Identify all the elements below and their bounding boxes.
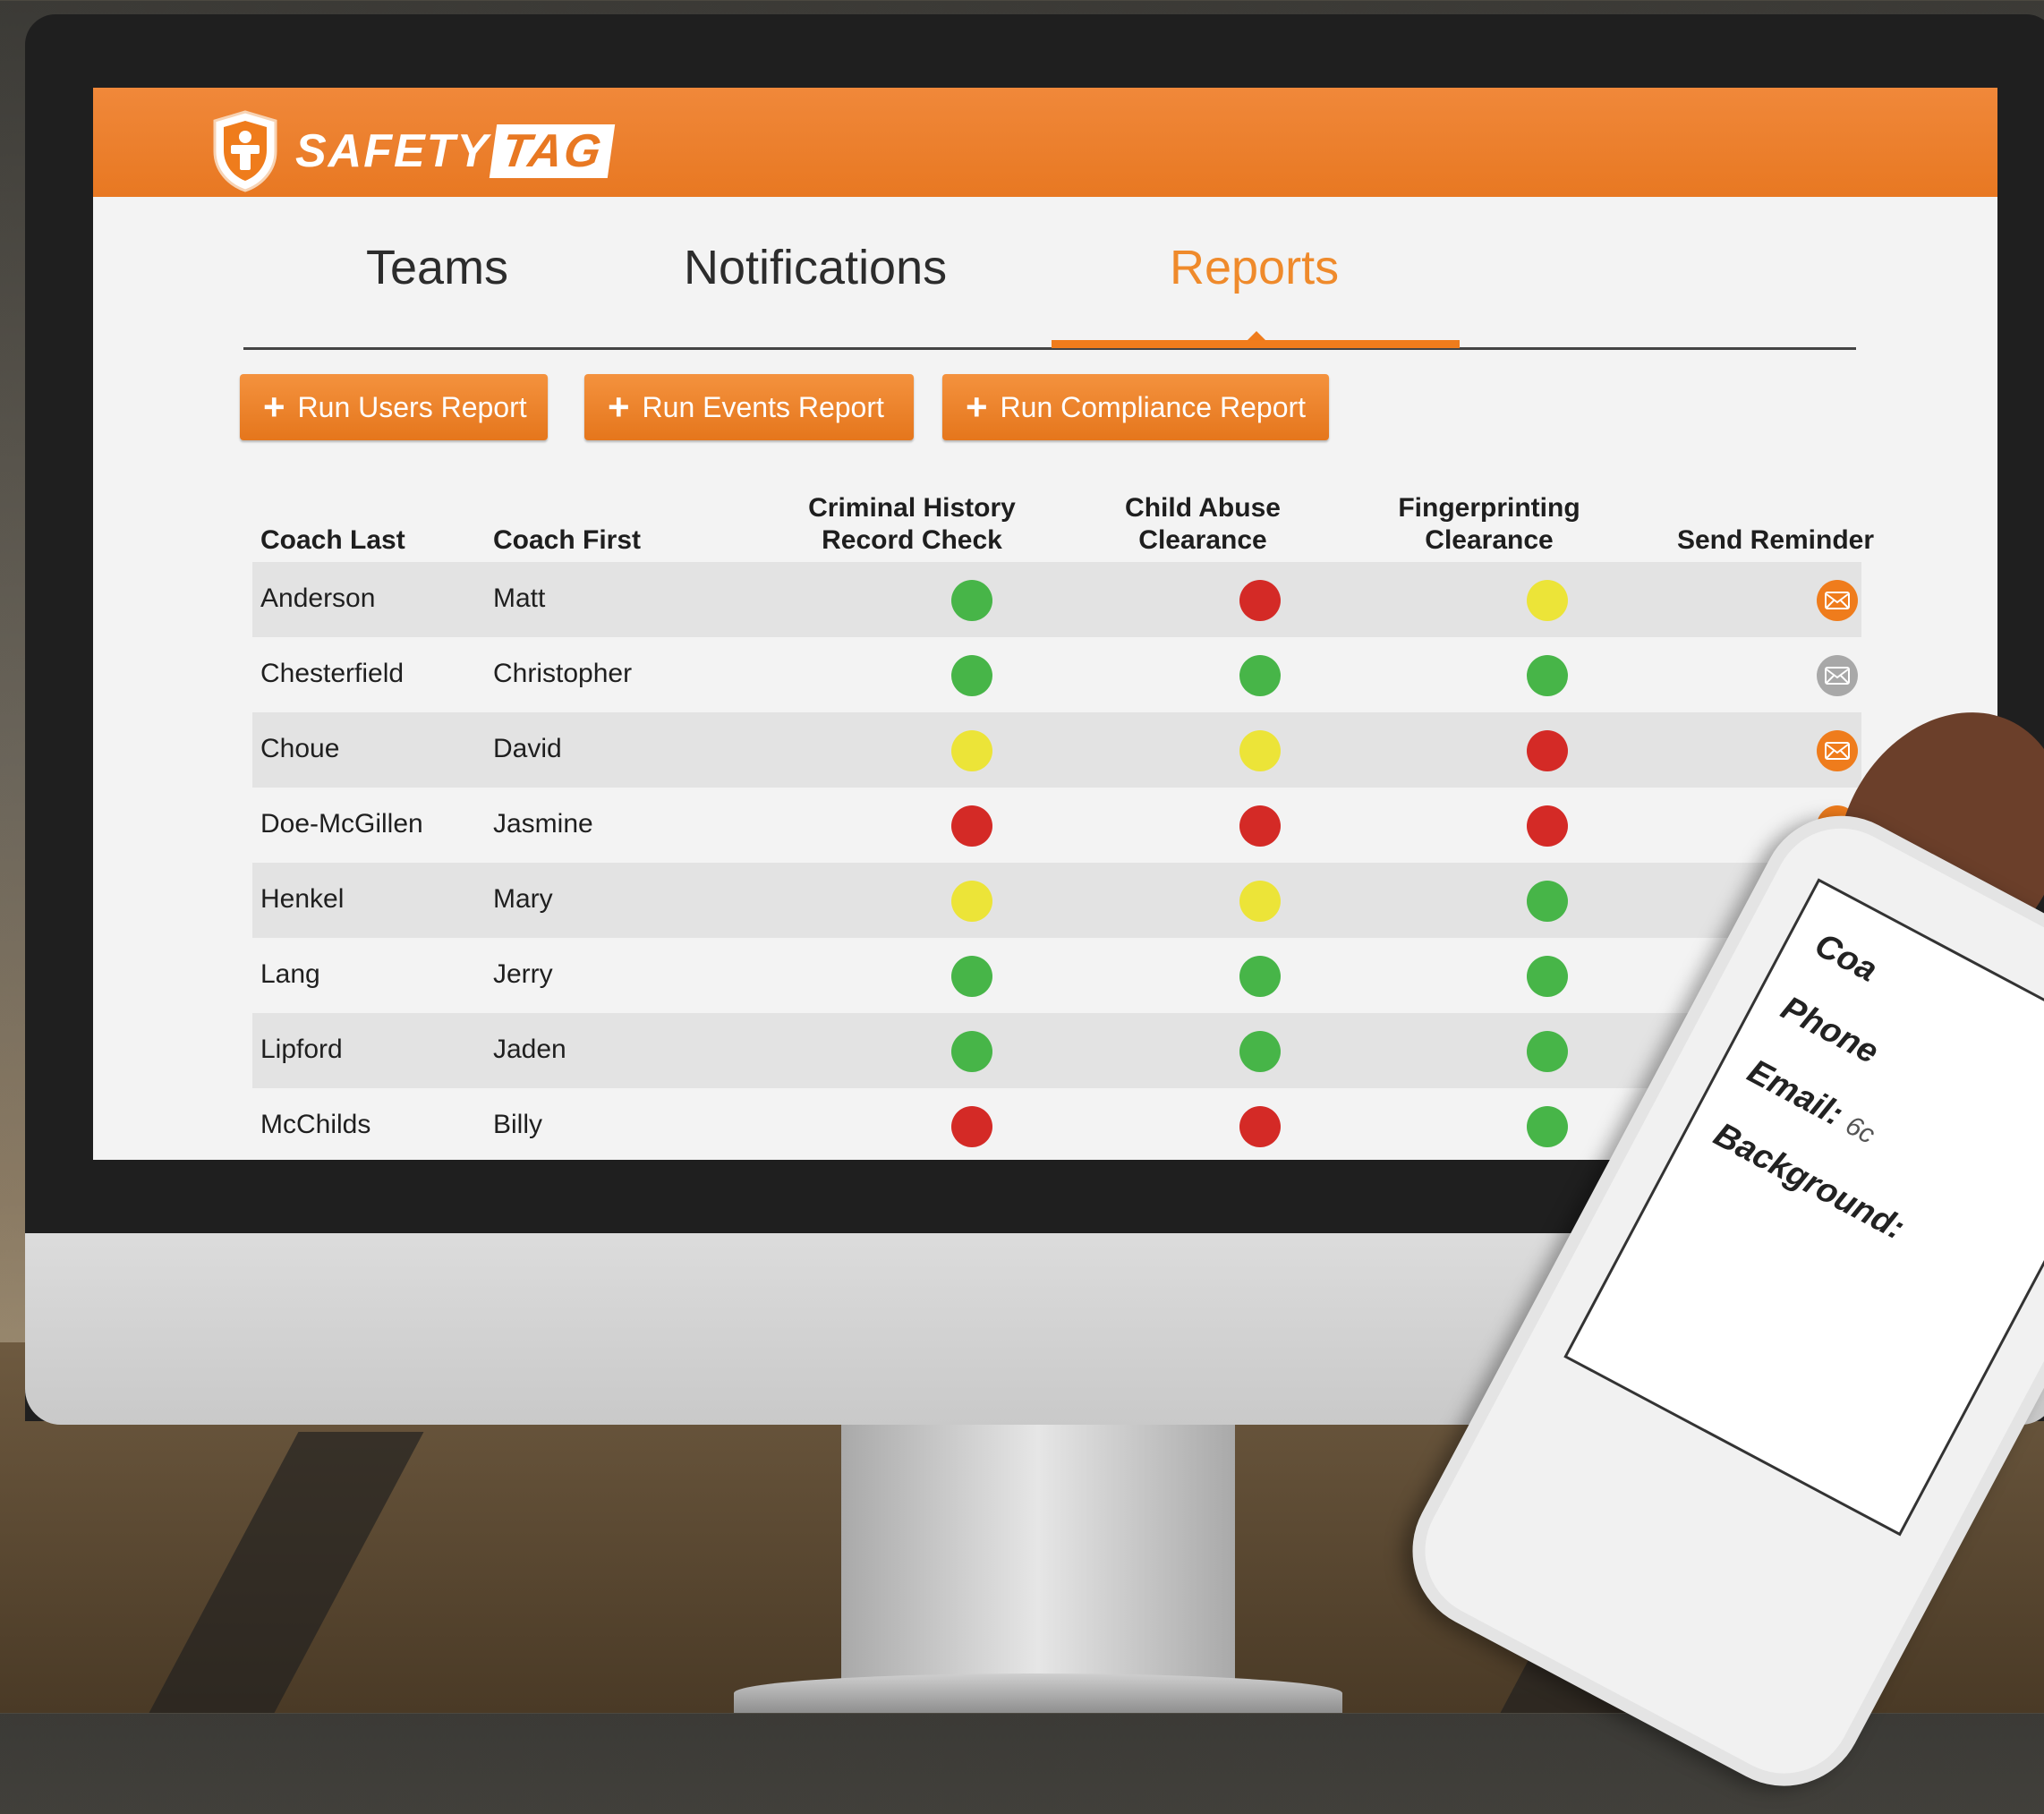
- plus-icon: +: [966, 386, 988, 428]
- column-header-criminal-history[interactable]: Criminal History Record Check: [737, 492, 1086, 557]
- table-row[interactable]: Chesterfield Christopher: [252, 637, 1861, 712]
- tab-reports[interactable]: Reports: [1170, 240, 1339, 295]
- fingerprint-status-indicator: [1527, 805, 1568, 847]
- abuse-status-indicator: [1239, 956, 1281, 997]
- monitor-stand: [841, 1425, 1235, 1684]
- send-reminder-mail-icon: [1817, 655, 1858, 696]
- coach-first-name: Mary: [493, 884, 553, 914]
- run-compliance-report-label: Run Compliance Report: [1000, 390, 1307, 423]
- phone-line-coach: Coa: [1809, 925, 1884, 990]
- coach-first-name: Billy: [493, 1110, 543, 1139]
- abuse-status-indicator: [1239, 1106, 1281, 1147]
- table-row[interactable]: Doe-McGillen Jasmine: [252, 788, 1861, 863]
- active-tab-caret: [1247, 331, 1266, 341]
- run-users-report-label: Run Users Report: [297, 390, 527, 423]
- column-header-send-reminder[interactable]: Send Reminder: [1623, 524, 1928, 557]
- coach-last-name: Henkel: [260, 884, 345, 914]
- criminal-status-indicator: [951, 1106, 992, 1147]
- abuse-status-indicator: [1239, 580, 1281, 621]
- criminal-status-indicator: [951, 956, 992, 997]
- table-row[interactable]: Henkel Mary: [252, 863, 1861, 938]
- envelope-icon: [1825, 742, 1850, 760]
- coach-last-name: Anderson: [260, 583, 376, 613]
- plus-icon: +: [263, 386, 285, 428]
- criminal-status-indicator: [951, 580, 992, 621]
- coach-last-name: Lipford: [260, 1035, 343, 1064]
- coach-last-name: Chesterfield: [260, 659, 405, 688]
- fingerprint-status-indicator: [1527, 1106, 1568, 1147]
- coach-last-name: Choue: [260, 734, 340, 763]
- coach-last-name: Lang: [260, 959, 320, 989]
- table-row[interactable]: Choue David: [252, 712, 1861, 788]
- abuse-status-indicator: [1239, 881, 1281, 922]
- coach-first-name: Jerry: [493, 959, 553, 989]
- column-header-child-abuse-line2: Clearance: [1138, 525, 1267, 555]
- coach-first-name: Christopher: [493, 659, 633, 688]
- logo-tag: TAG: [489, 124, 616, 178]
- column-header-criminal-history-line1: Criminal History: [808, 493, 1016, 523]
- safetytag-logo[interactable]: SAFETY TAG: [209, 110, 616, 192]
- coach-last-name: Doe-McGillen: [260, 809, 423, 839]
- criminal-status-indicator: [951, 1031, 992, 1072]
- criminal-status-indicator: [951, 881, 992, 922]
- monitor-stand-base: [734, 1673, 1342, 1713]
- table-row[interactable]: Anderson Matt: [252, 562, 1861, 637]
- tab-teams[interactable]: Teams: [366, 240, 508, 295]
- column-header-child-abuse[interactable]: Child Abuse Clearance: [1069, 492, 1337, 557]
- table-row[interactable]: Lipford Jaden: [252, 1013, 1861, 1088]
- coach-first-name: Jaden: [493, 1035, 566, 1064]
- run-events-report-button[interactable]: + Run Events Report: [584, 374, 914, 440]
- table-row[interactable]: Lang Jerry: [252, 938, 1861, 1013]
- coach-first-name: David: [493, 734, 562, 763]
- run-events-report-label: Run Events Report: [642, 390, 884, 423]
- fingerprint-status-indicator: [1527, 881, 1568, 922]
- shield-logo-icon: [213, 110, 277, 192]
- abuse-status-indicator: [1239, 655, 1281, 696]
- column-header-coach-first[interactable]: Coach First: [493, 524, 641, 557]
- phone-line-background: Background:: [1708, 1115, 1911, 1248]
- coach-first-name: Jasmine: [493, 809, 593, 839]
- active-tab-indicator: [1052, 340, 1460, 348]
- tab-notifications[interactable]: Notifications: [684, 240, 947, 295]
- phone-email-value: 6c: [1840, 1110, 1880, 1150]
- phone-email-label: Email:: [1741, 1052, 1850, 1134]
- criminal-status-indicator: [951, 805, 992, 847]
- logo-wordmark: SAFETY TAG: [295, 124, 616, 178]
- column-header-coach-last[interactable]: Coach Last: [260, 524, 405, 557]
- send-reminder-mail-icon[interactable]: [1817, 580, 1858, 621]
- main-tabs: Teams Notifications Reports: [93, 240, 1997, 302]
- coach-last-name: McChilds: [260, 1110, 371, 1139]
- fingerprint-status-indicator: [1527, 1031, 1568, 1072]
- criminal-status-indicator: [951, 655, 992, 696]
- run-compliance-report-button[interactable]: + Run Compliance Report: [942, 374, 1329, 440]
- coach-first-name: Matt: [493, 583, 546, 613]
- column-header-criminal-history-line2: Record Check: [822, 525, 1002, 555]
- run-users-report-button[interactable]: + Run Users Report: [240, 374, 548, 440]
- envelope-icon: [1825, 592, 1850, 609]
- fingerprint-status-indicator: [1527, 730, 1568, 771]
- fingerprint-status-indicator: [1527, 956, 1568, 997]
- criminal-status-indicator: [951, 730, 992, 771]
- column-header-fingerprinting-line2: Clearance: [1425, 525, 1554, 555]
- app-header: SAFETY TAG: [93, 88, 1997, 197]
- tabs-divider: [243, 347, 1856, 350]
- phone-line-phone: Phone: [1775, 989, 1885, 1072]
- column-header-fingerprinting[interactable]: Fingerprinting Clearance: [1328, 492, 1650, 557]
- envelope-icon: [1825, 667, 1850, 685]
- logo-text: SAFETY: [295, 125, 490, 177]
- abuse-status-indicator: [1239, 1031, 1281, 1072]
- column-header-child-abuse-line1: Child Abuse: [1125, 493, 1281, 523]
- send-reminder-mail-icon[interactable]: [1817, 730, 1858, 771]
- fingerprint-status-indicator: [1527, 580, 1568, 621]
- plus-icon: +: [608, 386, 630, 428]
- abuse-status-indicator: [1239, 730, 1281, 771]
- fingerprint-status-indicator: [1527, 655, 1568, 696]
- column-header-fingerprinting-line1: Fingerprinting: [1398, 493, 1580, 523]
- abuse-status-indicator: [1239, 805, 1281, 847]
